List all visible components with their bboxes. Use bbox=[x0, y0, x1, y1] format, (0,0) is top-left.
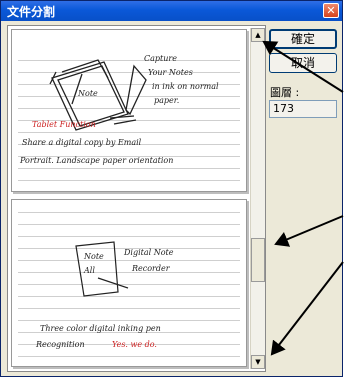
note-text: Recognition bbox=[36, 340, 85, 349]
note-text-red: Tablet Function bbox=[32, 120, 96, 129]
ruled-line bbox=[18, 212, 240, 213]
page-preview-panel: Note Capture Your Notes in ink on normal… bbox=[7, 25, 266, 372]
cancel-button[interactable]: 取消 bbox=[269, 53, 337, 73]
ruled-line bbox=[18, 308, 240, 309]
preview-page-1[interactable]: Note Capture Your Notes in ink on normal… bbox=[11, 29, 247, 192]
pages-value-field[interactable]: 173 bbox=[269, 100, 337, 118]
note-text: in ink on normal bbox=[152, 82, 219, 91]
split-document-dialog: 文件分割 ✕ Note Capture Your Notes in ink on… bbox=[0, 0, 343, 377]
title-bar[interactable]: 文件分割 ✕ bbox=[1, 1, 342, 21]
ruled-line bbox=[18, 180, 240, 181]
ruled-line bbox=[18, 320, 240, 321]
ruled-line bbox=[18, 224, 240, 225]
ruled-line bbox=[18, 356, 240, 357]
note-text-red: Yes. we do. bbox=[112, 340, 157, 349]
note-text: Note bbox=[84, 252, 104, 261]
scroll-down-button[interactable]: ▼ bbox=[251, 355, 265, 369]
preview-scrollbar[interactable]: ▲ ▼ bbox=[250, 28, 265, 369]
pages-label: 圖層 : bbox=[270, 86, 300, 99]
note-text: Share a digital copy by Email bbox=[22, 138, 142, 147]
close-button[interactable]: ✕ bbox=[323, 3, 339, 18]
scroll-thumb[interactable] bbox=[251, 238, 265, 282]
tablet-sketch-label: Note bbox=[77, 89, 98, 98]
note-text: Recorder bbox=[132, 264, 170, 273]
scroll-up-button[interactable]: ▲ bbox=[251, 28, 265, 42]
note-text: Portrait. Landscape paper orientation bbox=[20, 156, 174, 165]
preview-page-2[interactable]: Note Digital Note All Recorder Three col… bbox=[11, 199, 247, 367]
ruled-line bbox=[18, 236, 240, 237]
note-text: All bbox=[84, 266, 95, 275]
note-text: Your Notes bbox=[148, 68, 193, 77]
note-text: Three color digital inking pen bbox=[40, 324, 161, 333]
window-title: 文件分割 bbox=[7, 5, 56, 19]
ok-button[interactable]: 確定 bbox=[269, 29, 337, 49]
note-text: paper. bbox=[154, 96, 180, 105]
note-text: Capture bbox=[144, 54, 177, 63]
ruled-line bbox=[18, 168, 240, 169]
note-text: Digital Note bbox=[124, 248, 174, 257]
